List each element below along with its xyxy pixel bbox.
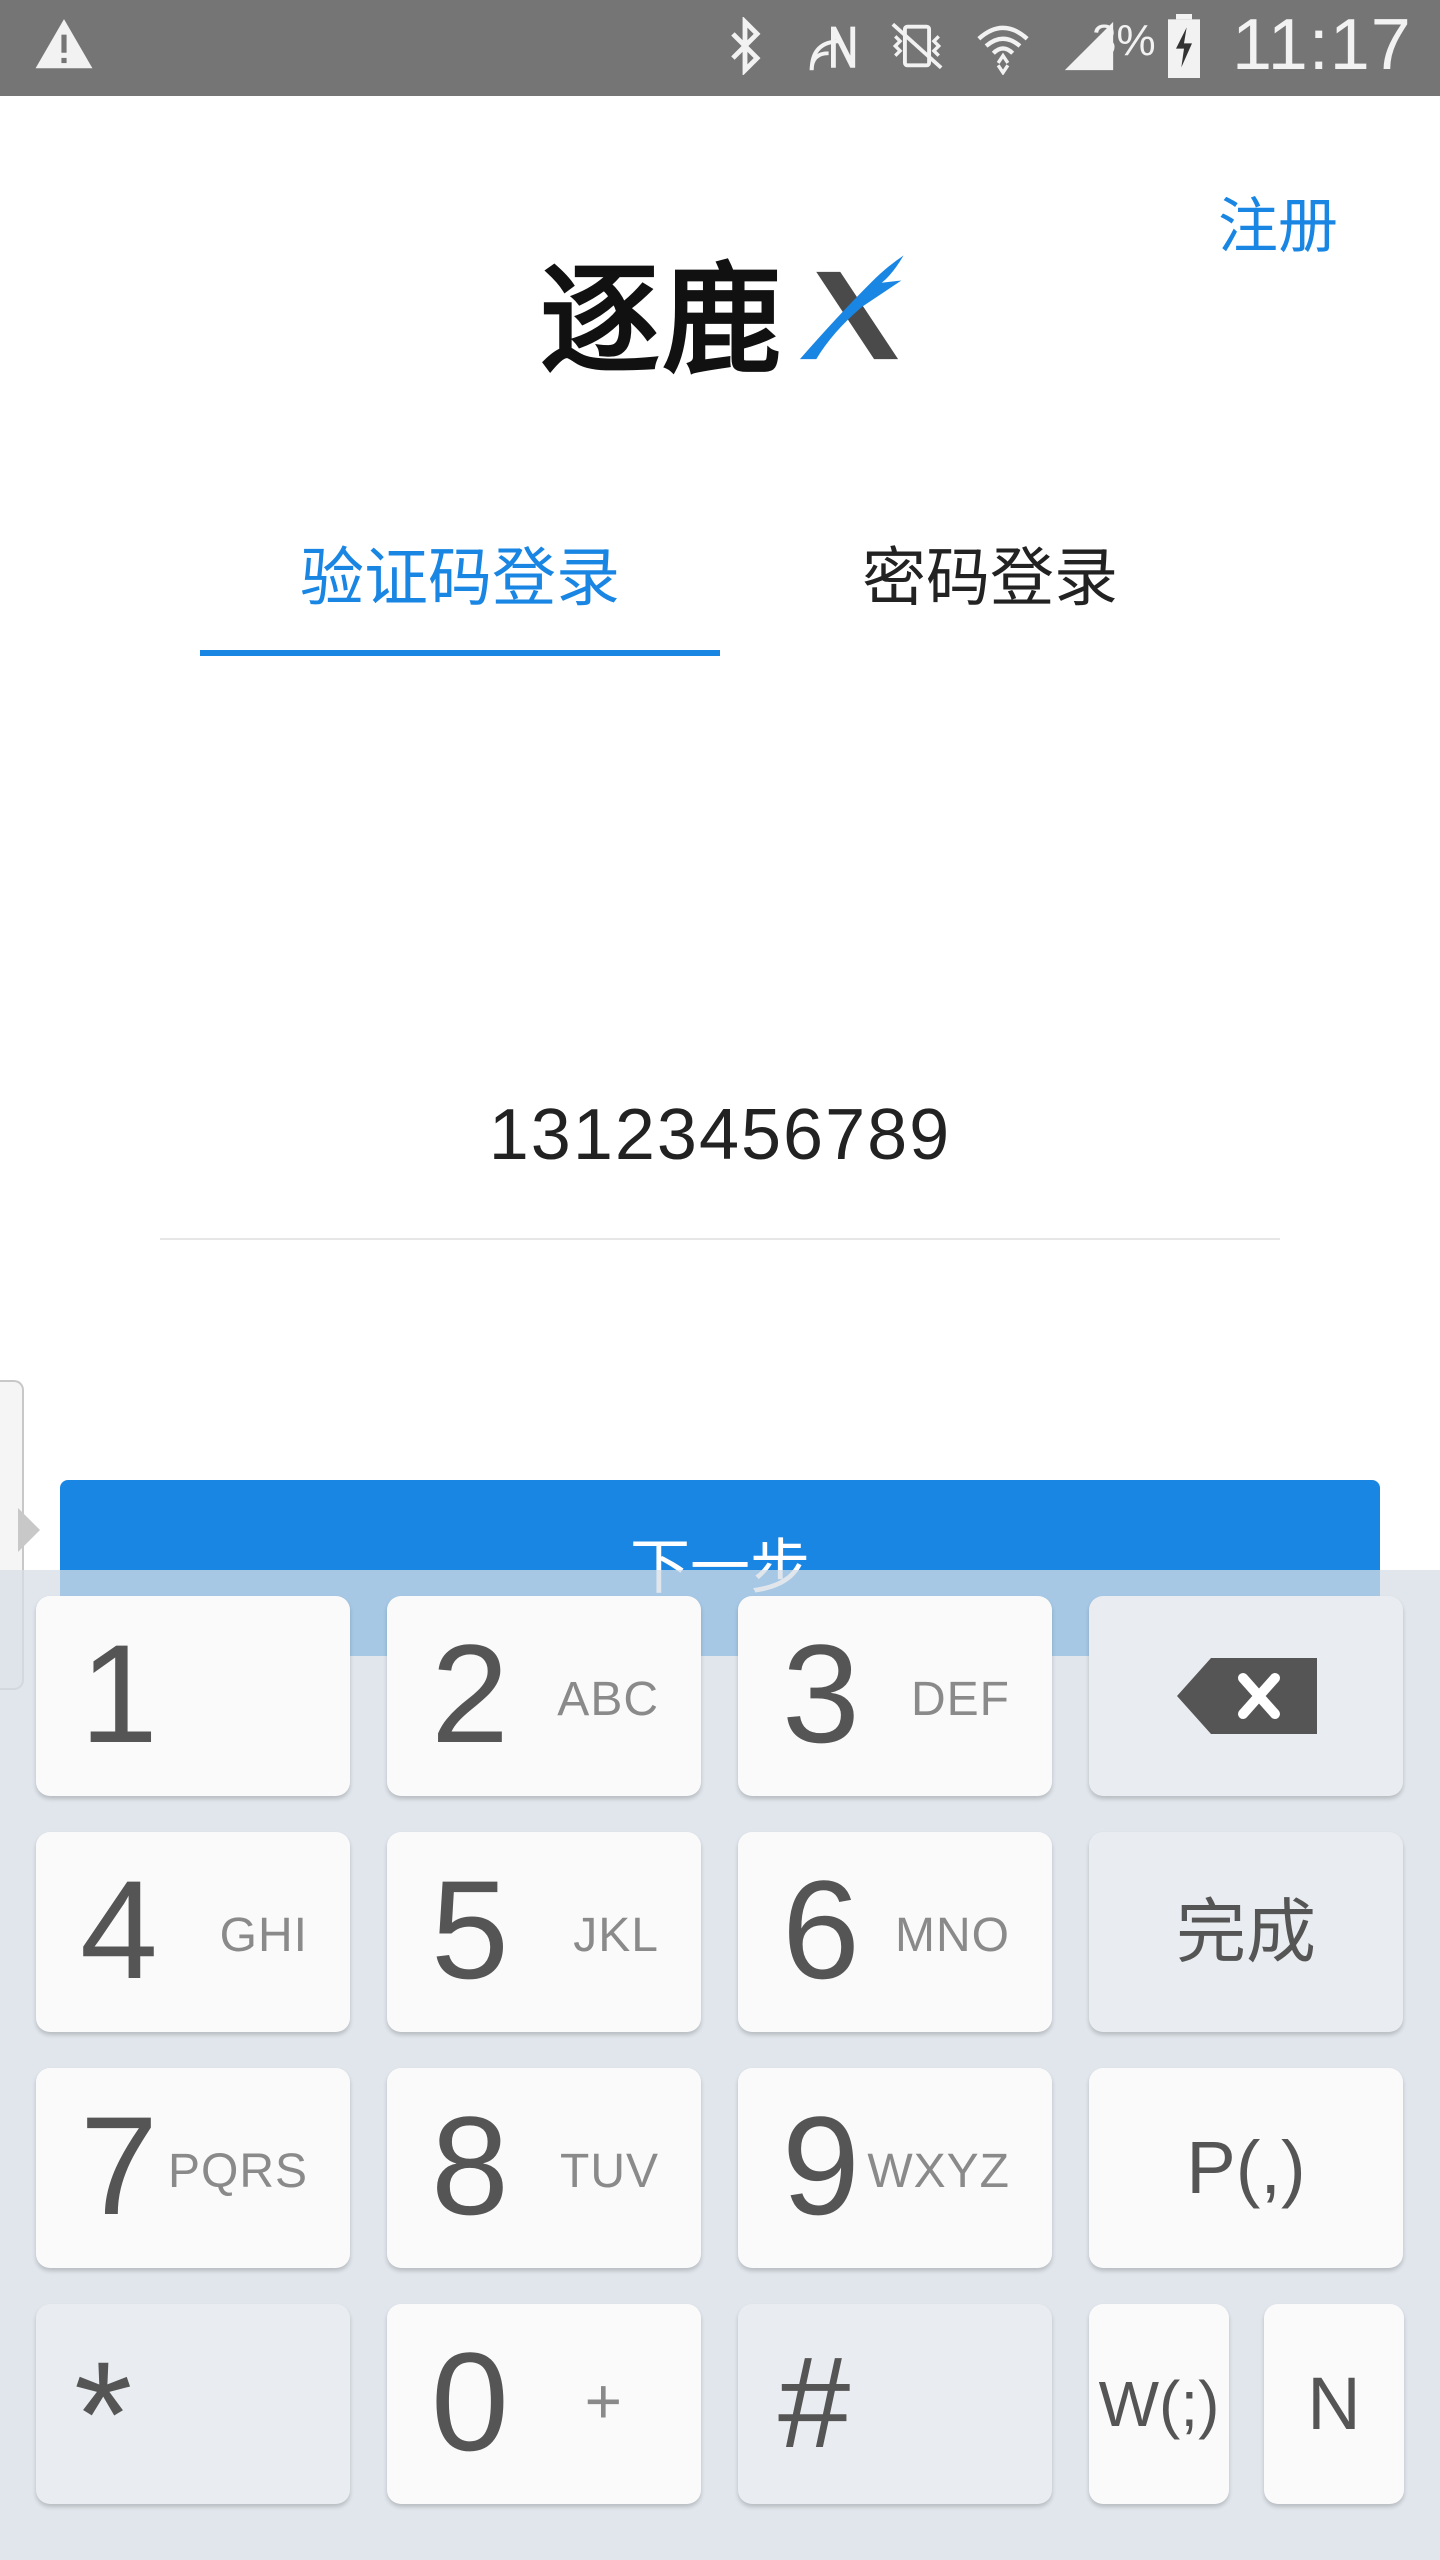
key-digit: 2 bbox=[431, 1615, 509, 1772]
key-letters: TUV bbox=[560, 2145, 659, 2198]
numeric-keyboard: 1 2 ABC 3 DEF 4 GHI 5 JKL 6 MNO 完成 7 PQR… bbox=[0, 1570, 1440, 2560]
logo-text: 逐鹿 bbox=[540, 250, 784, 391]
key-plus: + bbox=[584, 2365, 623, 2437]
tab-sms-login[interactable]: 验证码登录 bbox=[200, 536, 720, 622]
n-key[interactable]: N bbox=[1264, 2304, 1404, 2504]
key-8[interactable]: 8 TUV bbox=[387, 2068, 701, 2268]
active-tab-indicator bbox=[200, 650, 720, 656]
wait-key[interactable]: W(;) bbox=[1089, 2304, 1229, 2504]
key-2[interactable]: 2 ABC bbox=[387, 1596, 701, 1796]
vibrate-icon bbox=[891, 22, 943, 70]
key-3[interactable]: 3 DEF bbox=[738, 1596, 1052, 1796]
key-0[interactable]: 0 + bbox=[387, 2304, 701, 2504]
status-bar: 3% 11:17 bbox=[0, 0, 1440, 96]
done-key[interactable]: 完成 bbox=[1089, 1832, 1403, 2032]
key-9[interactable]: 9 WXYZ bbox=[738, 2068, 1052, 2268]
bluetooth-icon bbox=[731, 17, 761, 75]
key-letters: GHI bbox=[219, 1909, 308, 1962]
wait-key-label: W(;) bbox=[1098, 2368, 1220, 2440]
hash-symbol: # bbox=[778, 2329, 851, 2475]
warning-icon bbox=[35, 19, 93, 69]
battery-charging-icon bbox=[1168, 14, 1200, 78]
key-digit: 1 bbox=[80, 1615, 158, 1772]
key-digit: 6 bbox=[782, 1851, 860, 2008]
star-key[interactable]: * bbox=[36, 2304, 350, 2504]
battery-percent: 3% bbox=[1092, 16, 1156, 65]
key-5[interactable]: 5 JKL bbox=[387, 1832, 701, 2032]
wifi-icon bbox=[977, 25, 1029, 75]
app-logo: 逐鹿 bbox=[540, 240, 904, 391]
key-letters: WXYZ bbox=[867, 2145, 1010, 2198]
key-digit: 0 bbox=[431, 2323, 509, 2480]
key-digit: 5 bbox=[431, 1851, 509, 2008]
pause-key-label: P(,) bbox=[1186, 2126, 1306, 2209]
hash-key[interactable]: # bbox=[738, 2304, 1052, 2504]
n-key-label: N bbox=[1307, 2362, 1361, 2445]
key-digit: 7 bbox=[80, 2087, 158, 2244]
key-digit: 4 bbox=[80, 1851, 158, 2008]
key-digit: 9 bbox=[782, 2087, 860, 2244]
key-letters: JKL bbox=[573, 1909, 659, 1962]
clock: 11:17 bbox=[1232, 5, 1412, 85]
pause-key[interactable]: P(,) bbox=[1089, 2068, 1403, 2268]
phone-input[interactable]: 13123456789 bbox=[160, 1080, 1280, 1190]
key-letters: DEF bbox=[911, 1673, 1010, 1726]
key-letters: MNO bbox=[895, 1909, 1010, 1962]
nfc-icon bbox=[809, 26, 856, 71]
backspace-icon bbox=[1177, 1658, 1317, 1734]
key-digit: 3 bbox=[782, 1615, 860, 1772]
logo-x-icon bbox=[799, 255, 904, 360]
key-letters: PQRS bbox=[167, 2145, 308, 2198]
key-6[interactable]: 6 MNO bbox=[738, 1832, 1052, 2032]
done-key-label: 完成 bbox=[1176, 1891, 1316, 1973]
tab-password-login[interactable]: 密码登录 bbox=[780, 536, 1200, 622]
input-underline bbox=[160, 1238, 1280, 1240]
key-digit: 8 bbox=[431, 2087, 509, 2244]
side-handle-arrow-icon bbox=[18, 1508, 40, 1552]
key-4[interactable]: 4 GHI bbox=[36, 1832, 350, 2032]
star-symbol: * bbox=[74, 2330, 133, 2498]
key-letters: ABC bbox=[557, 1673, 659, 1726]
backspace-key[interactable] bbox=[1089, 1596, 1403, 1796]
register-link[interactable]: 注册 bbox=[1218, 178, 1338, 265]
key-7[interactable]: 7 PQRS bbox=[36, 2068, 350, 2268]
key-1[interactable]: 1 bbox=[36, 1596, 350, 1796]
